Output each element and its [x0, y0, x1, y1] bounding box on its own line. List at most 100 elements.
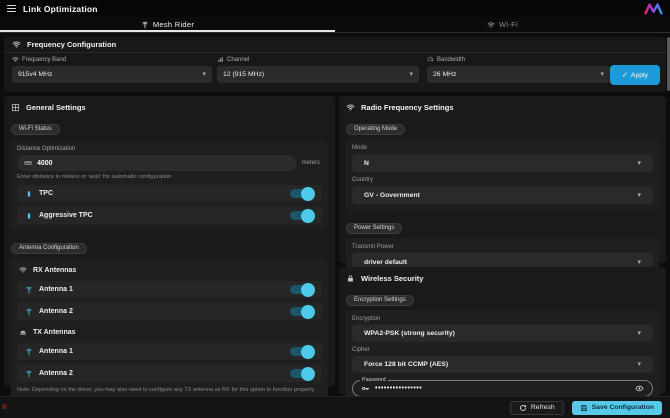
selected-value: GV - Government [364, 192, 420, 199]
apply-button[interactable]: ✓ Apply [610, 65, 660, 85]
power-settings-chip: Power Settings [346, 223, 402, 234]
gauge-icon [427, 56, 434, 63]
password-field[interactable]: Password •••••••••••••••• [352, 380, 653, 397]
encryption-select[interactable]: WPA2-PSK (strong security) ▾ [352, 325, 653, 342]
chevron-down-icon: ▾ [637, 259, 641, 266]
channel-select[interactable]: 12 (915 MHz) ▾ [217, 66, 419, 83]
field-label: Channel [227, 57, 249, 63]
section-title: Wireless Security [361, 274, 423, 283]
antenna-label: Antenna 2 [39, 308, 73, 315]
tx-antennas-title: TX Antennas [33, 329, 76, 336]
selected-value: driver default [364, 259, 407, 266]
encryption-label: Encryption [352, 316, 653, 322]
chevron-down-icon: ▾ [637, 330, 641, 337]
wifi-icon [19, 266, 27, 274]
antenna-icon [25, 308, 33, 316]
tab-label: Wi-Fi [499, 20, 518, 29]
tx-antenna1-toggle[interactable] [290, 347, 314, 356]
antenna-label: Antenna 1 [39, 348, 73, 355]
rx-antenna1-row: Antenna 1 [17, 281, 322, 298]
antenna-icon [25, 286, 33, 294]
rx-antenna2-toggle[interactable] [290, 307, 314, 316]
aggressive-tpc-label: Aggressive TPC [39, 212, 93, 219]
wifi-status-chip: Wi-Fi Status [11, 124, 60, 135]
grid-icon [11, 103, 20, 112]
encryption-card: Encryption WPA2-PSK (strong security) ▾ … [346, 310, 659, 403]
chevron-down-icon: ▾ [637, 361, 641, 368]
country-label: Country [352, 177, 653, 183]
tab-wifi[interactable]: Wi-Fi [335, 17, 670, 32]
footer-left-mark [2, 404, 7, 409]
rx-antenna2-row: Antenna 2 [17, 303, 322, 320]
password-label: Password [360, 377, 388, 383]
antenna-note: Note: Depending on the driver, you may a… [17, 387, 322, 393]
save-icon [580, 404, 588, 412]
tpc-toggle[interactable] [290, 189, 314, 198]
distance-card: Distance Optimization meters Enter dista… [11, 140, 328, 230]
save-label: Save Configuration [592, 404, 654, 411]
refresh-icon [519, 404, 527, 412]
antenna-label: Antenna 2 [39, 370, 73, 377]
frequency-configuration-section: Frequency Configuration Frequency Band 9… [4, 37, 666, 92]
encryption-settings-chip: Encryption Settings [346, 295, 414, 306]
tab-mesh-rider[interactable]: Mesh Rider [0, 17, 335, 32]
selected-value: N [364, 160, 369, 167]
frequency-band-select[interactable]: 915v4 MHz ▾ [12, 66, 212, 83]
eye-icon[interactable] [635, 384, 644, 393]
cipher-label: Cipher [352, 347, 653, 353]
tx-antenna2-toggle[interactable] [290, 369, 314, 378]
dome-icon [19, 328, 27, 336]
field-label: Bandwidth [437, 57, 465, 63]
save-configuration-button[interactable]: Save Configuration [572, 401, 662, 415]
chevron-down-icon: ▾ [637, 160, 641, 167]
rx-antenna1-toggle[interactable] [290, 285, 314, 294]
selected-value: 12 (915 MHz) [223, 71, 264, 78]
tpc-label: TPC [39, 190, 53, 197]
antenna-label: Antenna 1 [39, 286, 73, 293]
distance-unit: meters [302, 160, 320, 166]
rx-antennas-title: RX Antennas [33, 267, 76, 274]
refresh-button[interactable]: Refresh [510, 401, 564, 415]
brand-logo-icon [644, 3, 663, 15]
tab-bar: Mesh Rider Wi-Fi [0, 17, 670, 33]
tab-label: Mesh Rider [153, 20, 194, 29]
chevron-down-icon: ▾ [600, 71, 604, 78]
wifi-icon [12, 56, 19, 63]
channel-field: Channel 12 (915 MHz) ▾ [217, 55, 419, 83]
tx-antenna1-row: Antenna 1 [17, 343, 322, 360]
mode-select[interactable]: N ▾ [352, 154, 653, 172]
battery-icon [25, 190, 33, 198]
app-header: Link Optimization [0, 0, 670, 17]
antenna-icon [141, 21, 149, 29]
field-label: Frequency Band [22, 57, 66, 63]
distance-helper: Enter distance in meters or 'auto' for a… [17, 174, 322, 180]
country-select[interactable]: GV - Government ▾ [352, 186, 653, 204]
chevron-down-icon: ▾ [202, 71, 206, 78]
section-title: General Settings [26, 103, 86, 112]
cipher-select[interactable]: Force 128 bit CCMP (AES) ▾ [352, 356, 653, 373]
wifi-icon [487, 21, 495, 29]
bandwidth-field: Bandwidth 26 MHz ▾ [427, 55, 610, 83]
bar-chart-icon [217, 56, 224, 63]
chevron-down-icon: ▾ [637, 192, 641, 199]
tpc-row: TPC [17, 185, 322, 202]
page-title: Link Optimization [23, 4, 98, 14]
footer-bar: Refresh Save Configuration [0, 396, 670, 418]
antenna-icon [25, 348, 33, 356]
distance-label: Distance Optimization [17, 146, 322, 152]
frequency-band-field: Frequency Band 915v4 MHz ▾ [12, 55, 212, 83]
selected-value: 26 MHz [433, 71, 456, 78]
distance-input-wrap [17, 155, 296, 171]
distance-input[interactable] [37, 160, 289, 167]
refresh-label: Refresh [531, 404, 555, 411]
operating-mode-card: Mode N ▾ Country GV - Government ▾ [346, 139, 659, 210]
bandwidth-select[interactable]: 26 MHz ▾ [427, 66, 610, 83]
aggressive-tpc-toggle[interactable] [290, 211, 314, 220]
menu-icon[interactable] [7, 5, 16, 12]
ruler-icon [24, 159, 32, 167]
general-settings-section: General Settings Wi-Fi Status Distance O… [4, 96, 335, 386]
apply-label: Apply [631, 72, 648, 79]
antenna-card: RX Antennas Antenna 1 Antenna 2 TX Anten… [11, 258, 328, 399]
antenna-configuration-chip: Antenna Configuration [11, 243, 87, 254]
password-value: •••••••••••••••• [375, 385, 422, 392]
